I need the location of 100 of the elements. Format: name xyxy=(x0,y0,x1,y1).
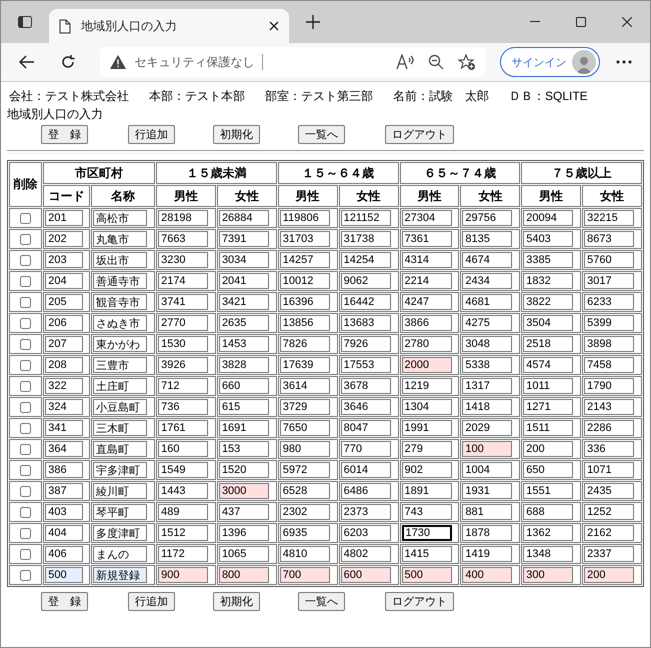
close-icon[interactable] xyxy=(622,17,632,27)
number-field[interactable]: 4810 xyxy=(280,546,330,562)
number-field[interactable]: 31738 xyxy=(340,231,391,247)
number-field[interactable]: 7663 xyxy=(158,231,208,247)
number-field[interactable]: 615 xyxy=(218,399,269,415)
number-field[interactable]: 902 xyxy=(402,462,452,478)
number-field[interactable]: 2770 xyxy=(158,315,208,331)
number-field[interactable]: 600 xyxy=(340,567,391,583)
number-field[interactable]: 300 xyxy=(523,567,574,583)
number-field[interactable]: 3729 xyxy=(280,399,330,415)
number-field[interactable]: 3646 xyxy=(340,399,391,415)
name-field[interactable]: 三豊市 xyxy=(92,357,147,373)
code-field[interactable]: 500 xyxy=(45,567,84,583)
name-field[interactable]: 善通寺市 xyxy=(92,273,147,289)
number-field[interactable]: 688 xyxy=(523,504,574,520)
name-field[interactable]: さぬき市 xyxy=(92,315,147,331)
delete-checkbox[interactable] xyxy=(20,506,32,518)
number-field[interactable]: 980 xyxy=(280,441,330,457)
number-field[interactable]: 3678 xyxy=(340,378,391,394)
number-field[interactable]: 6486 xyxy=(340,483,391,499)
number-field[interactable]: 5399 xyxy=(584,315,634,331)
delete-checkbox[interactable] xyxy=(20,444,32,454)
number-field[interactable]: 3898 xyxy=(584,336,634,352)
name-field[interactable]: 坂出市 xyxy=(92,252,147,268)
number-field[interactable]: 3828 xyxy=(218,357,269,373)
number-field[interactable]: 121152 xyxy=(340,210,391,226)
number-field[interactable]: 3034 xyxy=(218,252,269,268)
delete-checkbox[interactable] xyxy=(20,360,32,370)
number-field[interactable]: 10012 xyxy=(280,273,330,289)
number-field[interactable]: 2635 xyxy=(218,315,269,331)
number-field[interactable]: 3822 xyxy=(523,294,574,310)
number-field[interactable]: 336 xyxy=(584,441,634,457)
number-field[interactable]: 3926 xyxy=(158,357,208,373)
number-field[interactable]: 8673 xyxy=(584,231,634,247)
code-field[interactable]: 403 xyxy=(45,504,84,520)
more-icon[interactable] xyxy=(616,60,632,64)
number-field[interactable]: 2780 xyxy=(402,336,452,352)
form-button[interactable]: 一覧へ xyxy=(298,592,345,610)
form-button[interactable]: 登 録 xyxy=(41,124,88,144)
form-button[interactable]: 行追加 xyxy=(128,124,175,144)
delete-checkbox[interactable] xyxy=(20,296,32,308)
read-aloud-icon[interactable] xyxy=(396,54,414,70)
code-field[interactable]: 387 xyxy=(45,483,84,499)
name-field[interactable]: 多度津町 xyxy=(92,525,147,541)
number-field[interactable]: 3230 xyxy=(158,252,208,268)
delete-checkbox[interactable] xyxy=(20,486,32,496)
code-field[interactable]: 406 xyxy=(45,546,84,562)
delete-checkbox[interactable] xyxy=(20,380,32,392)
number-field[interactable]: 1362 xyxy=(523,525,574,541)
code-field[interactable]: 206 xyxy=(45,315,84,331)
number-field[interactable]: 4574 xyxy=(523,357,574,373)
number-field[interactable]: 119806 xyxy=(280,210,330,226)
name-field[interactable]: 琴平町 xyxy=(92,504,147,520)
name-field[interactable]: 観音寺市 xyxy=(92,294,147,310)
name-field[interactable]: 土庄町 xyxy=(92,378,147,394)
number-field[interactable]: 2302 xyxy=(280,504,330,520)
number-field[interactable]: 1252 xyxy=(584,504,634,520)
name-field[interactable]: 宇多津町 xyxy=(92,462,147,478)
form-button[interactable]: 初期化 xyxy=(213,124,260,144)
number-field[interactable]: 1011 xyxy=(523,378,574,394)
code-field[interactable]: 364 xyxy=(45,441,84,457)
number-field[interactable]: 2373 xyxy=(340,504,391,520)
delete-checkbox[interactable] xyxy=(20,402,32,412)
form-button[interactable]: 初期化 xyxy=(213,592,260,610)
form-button[interactable]: 登 録 xyxy=(41,592,88,610)
number-field[interactable]: 736 xyxy=(158,399,208,415)
number-field[interactable]: 3385 xyxy=(523,252,574,268)
delete-checkbox[interactable] xyxy=(20,276,32,286)
delete-checkbox[interactable] xyxy=(20,548,32,560)
number-field[interactable]: 8047 xyxy=(340,420,391,436)
number-field[interactable]: 14257 xyxy=(280,252,330,268)
signin-button[interactable]: サインイン xyxy=(500,47,600,77)
number-field[interactable]: 1065 xyxy=(218,546,269,562)
number-field[interactable]: 17639 xyxy=(280,357,330,373)
number-field[interactable]: 2143 xyxy=(584,399,634,415)
number-field[interactable]: 1520 xyxy=(218,462,269,478)
number-field[interactable]: 2435 xyxy=(584,483,634,499)
number-field[interactable]: 6014 xyxy=(340,462,391,478)
number-field[interactable]: 6935 xyxy=(280,525,330,541)
number-field[interactable]: 6528 xyxy=(280,483,330,499)
number-field[interactable]: 26884 xyxy=(218,210,269,226)
number-field[interactable]: 29756 xyxy=(462,210,512,226)
number-field[interactable]: 500 xyxy=(402,567,452,583)
number-field[interactable]: 14254 xyxy=(340,252,391,268)
number-field[interactable]: 2029 xyxy=(462,420,512,436)
name-field[interactable]: まんの xyxy=(92,546,147,562)
number-field[interactable]: 13856 xyxy=(280,315,330,331)
number-field[interactable]: 2162 xyxy=(584,525,634,541)
delete-checkbox[interactable] xyxy=(20,212,32,224)
close-icon[interactable] xyxy=(269,21,279,31)
code-field[interactable]: 202 xyxy=(45,231,84,247)
number-field[interactable]: 3048 xyxy=(462,336,512,352)
code-field[interactable]: 204 xyxy=(45,273,84,289)
number-field[interactable]: 743 xyxy=(402,504,452,520)
name-field[interactable]: 三木町 xyxy=(92,420,147,436)
form-button[interactable]: 行追加 xyxy=(128,592,175,610)
number-field[interactable]: 6233 xyxy=(584,294,634,310)
name-field[interactable]: 東かがわ xyxy=(92,336,147,352)
name-field[interactable]: 丸亀市 xyxy=(92,231,147,247)
number-field[interactable]: 1304 xyxy=(402,399,452,415)
